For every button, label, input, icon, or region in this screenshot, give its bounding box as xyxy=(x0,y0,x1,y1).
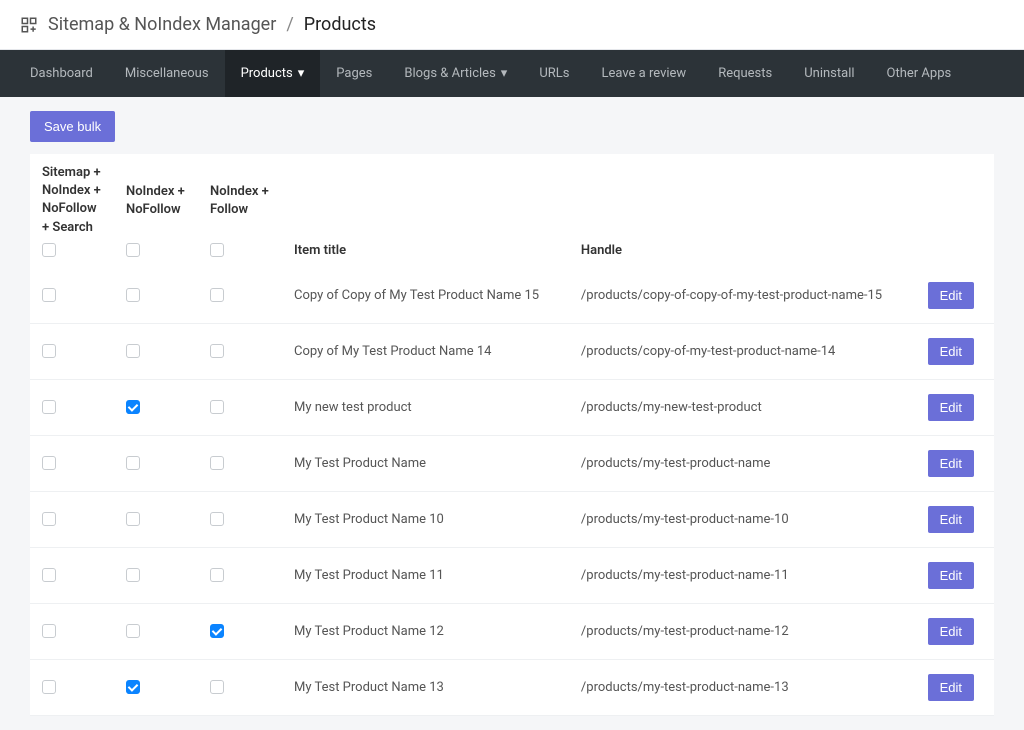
row-title: Copy of Copy of My Test Product Name 15 xyxy=(282,268,569,324)
row-c2-checkbox[interactable] xyxy=(126,344,140,358)
row-c3-checkbox[interactable] xyxy=(210,624,224,638)
nav-item-products[interactable]: Products ▾ xyxy=(225,50,321,97)
row-c3-checkbox[interactable] xyxy=(210,400,224,414)
products-table: Sitemap + NoIndex + NoFollow + Search No… xyxy=(30,154,994,716)
edit-button[interactable]: Edit xyxy=(928,450,974,477)
app-title: Sitemap & NoIndex Manager xyxy=(48,14,276,35)
row-title: My Test Product Name 11 xyxy=(282,547,569,603)
nav-item-label: Pages xyxy=(336,66,372,81)
table-row: My Test Product Name/products/my-test-pr… xyxy=(30,435,994,491)
row-handle: /products/copy-of-copy-of-my-test-produc… xyxy=(569,268,916,324)
row-c1-checkbox[interactable] xyxy=(42,512,56,526)
app-icon xyxy=(20,16,38,34)
row-c1-checkbox[interactable] xyxy=(42,624,56,638)
row-c3-checkbox[interactable] xyxy=(210,344,224,358)
row-c2-checkbox[interactable] xyxy=(126,568,140,582)
edit-button[interactable]: Edit xyxy=(928,338,974,365)
row-handle: /products/my-test-product-name-13 xyxy=(569,659,916,715)
row-title: My Test Product Name 12 xyxy=(282,603,569,659)
breadcrumb-separator: / xyxy=(286,14,293,35)
row-c2-checkbox[interactable] xyxy=(126,456,140,470)
save-bulk-button[interactable]: Save bulk xyxy=(30,111,115,142)
nav-item-label: URLs xyxy=(539,66,569,81)
row-title: My Test Product Name 10 xyxy=(282,491,569,547)
row-handle: /products/my-test-product-name-12 xyxy=(569,603,916,659)
row-c2-checkbox[interactable] xyxy=(126,680,140,694)
nav-item-dashboard[interactable]: Dashboard xyxy=(14,50,109,97)
nav-item-label: Leave a review xyxy=(601,66,686,81)
nav-item-urls[interactable]: URLs xyxy=(523,50,585,97)
col-header-sitemap: Sitemap + NoIndex + NoFollow + Search xyxy=(42,164,102,237)
row-c3-checkbox[interactable] xyxy=(210,568,224,582)
chevron-down-icon: ▾ xyxy=(501,66,508,81)
nav-item-blogs-articles[interactable]: Blogs & Articles ▾ xyxy=(388,50,523,97)
row-c2-checkbox[interactable] xyxy=(126,400,140,414)
row-c1-checkbox[interactable] xyxy=(42,400,56,414)
row-c1-checkbox[interactable] xyxy=(42,456,56,470)
table-row: My Test Product Name 13/products/my-test… xyxy=(30,659,994,715)
row-c3-checkbox[interactable] xyxy=(210,456,224,470)
row-handle: /products/my-new-test-product xyxy=(569,379,916,435)
edit-button[interactable]: Edit xyxy=(928,506,974,533)
nav-item-other-apps[interactable]: Other Apps xyxy=(871,50,968,97)
nav-item-miscellaneous[interactable]: Miscellaneous xyxy=(109,50,225,97)
edit-button[interactable]: Edit xyxy=(928,394,974,421)
row-title: My new test product xyxy=(282,379,569,435)
select-all-c2-checkbox[interactable] xyxy=(126,243,140,257)
nav-item-label: Blogs & Articles xyxy=(404,66,495,81)
nav-item-label: Miscellaneous xyxy=(125,66,209,81)
row-handle: /products/my-test-product-name xyxy=(569,435,916,491)
row-c2-checkbox[interactable] xyxy=(126,512,140,526)
edit-button[interactable]: Edit xyxy=(928,674,974,701)
row-c3-checkbox[interactable] xyxy=(210,512,224,526)
select-all-c1-checkbox[interactable] xyxy=(42,243,56,257)
main-nav: Dashboard Miscellaneous Products ▾ Pages Blog… xyxy=(0,50,1024,97)
nav-item-label: Uninstall xyxy=(804,66,854,81)
row-c1-checkbox[interactable] xyxy=(42,568,56,582)
table-row: Copy of My Test Product Name 14/products… xyxy=(30,323,994,379)
row-c1-checkbox[interactable] xyxy=(42,680,56,694)
edit-button[interactable]: Edit xyxy=(928,562,974,589)
table-row: My new test product/products/my-new-test… xyxy=(30,379,994,435)
row-c1-checkbox[interactable] xyxy=(42,288,56,302)
table-row: My Test Product Name 12/products/my-test… xyxy=(30,603,994,659)
row-c3-checkbox[interactable] xyxy=(210,288,224,302)
nav-item-label: Products xyxy=(241,66,293,81)
nav-item-uninstall[interactable]: Uninstall xyxy=(788,50,870,97)
col-header-noindex-follow: NoIndex + Follow xyxy=(210,183,270,237)
select-all-c3-checkbox[interactable] xyxy=(210,243,224,257)
page-title: Products xyxy=(304,14,376,35)
col-header-title: Item title xyxy=(282,154,569,268)
table-row: My Test Product Name 11/products/my-test… xyxy=(30,547,994,603)
row-c1-checkbox[interactable] xyxy=(42,344,56,358)
row-handle: /products/my-test-product-name-10 xyxy=(569,491,916,547)
row-handle: /products/copy-of-my-test-product-name-1… xyxy=(569,323,916,379)
nav-item-leave-a-review[interactable]: Leave a review xyxy=(585,50,702,97)
table-row: Copy of Copy of My Test Product Name 15/… xyxy=(30,268,994,324)
chevron-down-icon: ▾ xyxy=(298,66,305,81)
row-c2-checkbox[interactable] xyxy=(126,288,140,302)
nav-item-label: Other Apps xyxy=(887,66,952,81)
edit-button[interactable]: Edit xyxy=(928,618,974,645)
col-header-noindex-nofollow: NoIndex + NoFollow xyxy=(126,183,186,237)
row-handle: /products/my-test-product-name-11 xyxy=(569,547,916,603)
nav-item-label: Dashboard xyxy=(30,66,93,81)
col-header-handle: Handle xyxy=(569,154,916,268)
table-row: My Test Product Name 10/products/my-test… xyxy=(30,491,994,547)
row-c3-checkbox[interactable] xyxy=(210,680,224,694)
edit-button[interactable]: Edit xyxy=(928,282,974,309)
row-title: My Test Product Name xyxy=(282,435,569,491)
nav-item-label: Requests xyxy=(718,66,772,81)
row-c2-checkbox[interactable] xyxy=(126,624,140,638)
row-title: Copy of My Test Product Name 14 xyxy=(282,323,569,379)
nav-item-pages[interactable]: Pages xyxy=(320,50,388,97)
nav-item-requests[interactable]: Requests xyxy=(702,50,788,97)
breadcrumb: Sitemap & NoIndex Manager / Products xyxy=(0,0,1024,50)
row-title: My Test Product Name 13 xyxy=(282,659,569,715)
